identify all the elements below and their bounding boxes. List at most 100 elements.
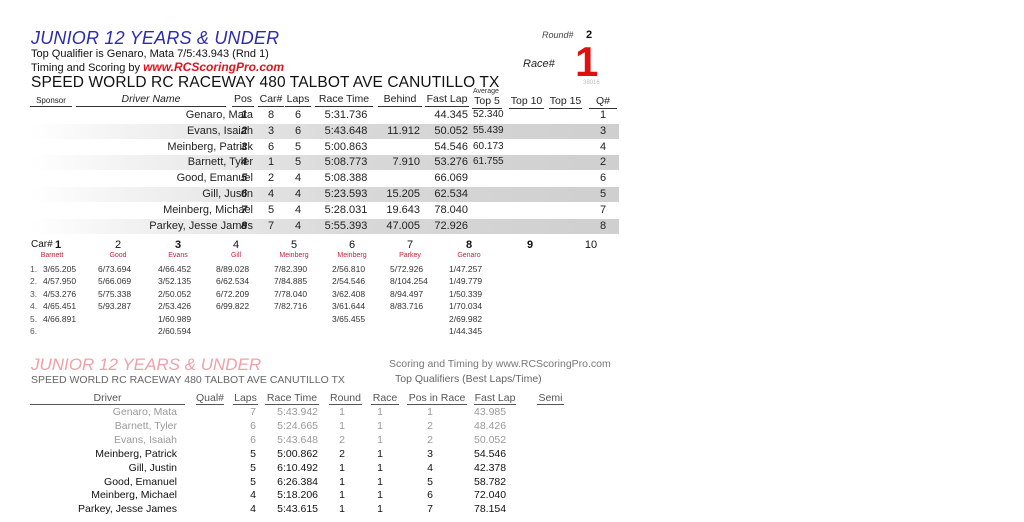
pos-in-race: 6 [427,489,433,502]
lap-entry: 8/94.497 [390,288,424,299]
driver-name: Barnett, Tyler [114,419,177,432]
results-row: Parkey, Jesse James 8 7 4 5:55.393 47.005 72.9… [30,218,619,234]
results-row: Evans, Isaiah 2 3 6 5:43.648 11.912 50.052 55.4… [30,123,619,139]
fast-lap: 50.052 [474,433,507,446]
fast-lap: 78.154 [474,503,507,516]
fast-lap: 72.040 [474,489,507,502]
fast-lap: 44.345 [434,109,468,121]
fast-lap: 72.926 [434,219,468,232]
lap-row-label: 1. [30,264,38,274]
qualify-number: 1 [599,109,607,121]
qualifiers-scoring-by: Scoring and Timing by www.RCScoringPro.c… [389,358,611,370]
laps: 4 [294,219,302,232]
race-time: 5:55.393 [324,219,368,232]
col-car: Car# [258,93,284,107]
timing-prefix: Timing and Scoring by [31,62,144,74]
race-time: 5:43.648 [277,433,318,446]
driver-name: Meinberg, Michael [163,203,253,216]
pos-in-race: 2 [427,433,433,446]
pos-in-race: 1 [427,406,433,418]
fast-lap: 42.378 [474,461,507,474]
pos-in-race: 3 [427,447,433,460]
rcscoringpro-link[interactable]: www.RCScoringPro.com [143,60,284,74]
lap-entry: 7/84.885 [274,276,308,287]
q-col-pos-in-race: Pos in Race [407,392,467,405]
driver-name: Genaro, Mata [185,109,253,121]
lap-entry: 1/50.339 [449,288,483,299]
car-driver-name: Genaro [457,252,481,259]
lap-entry: 6/62.534 [216,276,250,287]
car-column-number: 2 [114,239,122,251]
lap-entry: 1/70.034 [449,301,483,312]
car-column-number: 6 [348,239,356,251]
race: 1 [377,489,383,502]
race-time: 5:43.615 [277,503,318,516]
lap-entry: 4/53.276 [43,288,77,299]
race-time: 5:00.862 [277,447,318,460]
pos-in-race: 2 [427,419,433,432]
race-number: 1 [575,38,599,85]
qualify-number: 7 [599,203,607,216]
small-code: 38016 [583,80,600,86]
driver-name: Parkey, Jesse James [77,503,177,516]
laps: 5 [250,447,256,460]
lap-entry: 3/62.408 [332,288,366,299]
qualifiers-class-title: JUNIOR 12 YEARS & UNDER [31,355,262,374]
lap-entry: 4/65.451 [43,301,77,312]
lap-entry: 2/56.810 [332,264,366,274]
race-time: 5:08.773 [324,156,368,169]
lap-entry: 3/65.455 [332,313,366,324]
behind: 7.910 [392,156,420,169]
q-col-laps: Laps [233,392,258,405]
car-number: 8 [267,109,275,121]
fast-lap: 43.985 [474,406,507,418]
race-time: 5:28.031 [324,203,368,216]
fast-lap: 54.546 [474,447,507,460]
race: 1 [377,503,383,516]
pos-in-race: 4 [427,461,433,474]
round: 2 [339,447,345,460]
results-row: Meinberg, Patrick 3 6 5 5:00.863 54.546 60.173… [30,140,619,155]
race-time: 5:31.736 [324,109,368,121]
driver-name: Parkey, Jesse James [149,219,253,232]
race-time: 5:08.388 [324,172,368,185]
laps: 6 [294,109,302,121]
race-time: 5:00.863 [324,140,368,153]
lap-entry: 4/57.950 [43,276,77,287]
q-col-race-time: Race Time [265,392,319,405]
lap-row-label: 3. [30,288,38,299]
laps: 4 [250,489,256,502]
lap-entry: 1/47.257 [449,264,483,274]
car-column-number: 7 [406,239,414,251]
driver-name: Meinberg, Patrick [167,140,253,153]
car-column-number: 8 [465,239,473,251]
laps: 6 [250,433,256,446]
lap-entry: 8/104.254 [390,276,428,287]
pos-in-race: 7 [427,503,433,516]
race: 1 [377,447,383,460]
driver-name: Evans, Isaiah [113,433,177,446]
lap-entry: 3/65.205 [43,264,77,274]
round-label: Round# [542,30,574,40]
pos-in-race: 5 [427,475,433,488]
driver-name: Good, Emanuel [104,475,177,488]
position: 8 [240,219,248,232]
driver-name: Gill, Justin [128,461,177,474]
car-number: 7 [267,219,275,232]
lap-row-label: 2. [30,276,38,287]
round: 1 [339,489,345,502]
col-behind: Behind [378,93,422,107]
fast-lap: 62.534 [434,188,468,200]
lap-entry: 8/89.028 [216,264,250,274]
qualify-number: 3 [599,124,607,137]
race: 1 [377,461,383,474]
lap-entry: 1/60.989 [158,313,192,324]
q-col-round: Round [329,392,362,405]
driver-name: Gill, Justin [202,188,253,200]
lap-entry: 5/72.926 [390,264,424,274]
race: 1 [377,419,383,432]
position: 3 [240,140,248,153]
laps: 5 [250,461,256,474]
lap-entry: 7/82.390 [274,264,308,274]
lap-entry: 5/66.069 [98,276,132,287]
